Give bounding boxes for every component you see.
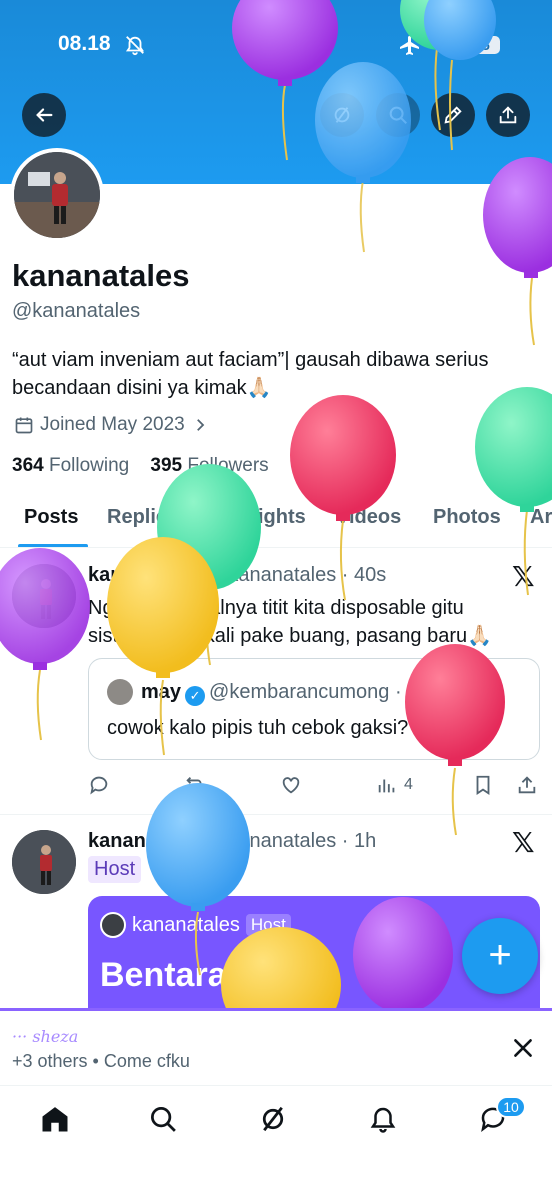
nav-grok[interactable]: [258, 1104, 292, 1138]
reply-icon: [90, 776, 108, 795]
followers-link[interactable]: 395 Followers: [150, 455, 268, 476]
chevron-right-icon: [196, 419, 204, 431]
close-icon[interactable]: [510, 1035, 536, 1061]
verified-badge-icon: ✓: [185, 686, 206, 706]
profile-avatar[interactable]: [10, 148, 104, 242]
joined-date[interactable]: Joined May 2023: [14, 414, 209, 436]
avatar-photo: [14, 152, 100, 238]
post-author[interactable]: kananatales: [88, 830, 203, 852]
reply-button[interactable]: [88, 770, 110, 800]
profile-bio: “aut viam inveniam aut faciam”| gausah d…: [12, 349, 489, 399]
followers-count: 395: [150, 455, 183, 476]
following-count: 364: [12, 455, 44, 476]
space-subtitle: +3 others • Come cfku: [12, 1051, 190, 1071]
edit-button[interactable]: [431, 93, 475, 137]
profile-tabs: Posts Replies Highlights Videos Photos A…: [0, 490, 552, 548]
post-text: Nggak kak soalnya titit kita disposable …: [88, 597, 493, 647]
plus-icon: +: [488, 933, 512, 977]
quoted-post[interactable]: may ✓ @kembarancumong · 54m cowok kalo pip…: [88, 658, 540, 760]
share-post-button[interactable]: [516, 770, 538, 800]
search-icon: [389, 106, 407, 124]
notifications-icon: [370, 1107, 396, 1133]
quote-meta: @kembarancumong · 54m: [209, 681, 447, 703]
wifi-icon: [430, 35, 456, 54]
bottom-navigation: 10: [0, 1086, 552, 1156]
bookmark-button[interactable]: [472, 770, 494, 800]
airplane-icon: [400, 36, 419, 55]
x-logo-icon: 𝕏: [512, 827, 535, 858]
views-button[interactable]: 4: [376, 770, 413, 800]
balloon: [483, 157, 552, 346]
repost-icon: [186, 777, 204, 793]
pencil-icon: [444, 106, 462, 124]
nav-notifications[interactable]: [368, 1104, 402, 1138]
following-label: Following: [48, 455, 130, 476]
quote-text: cowok kalo pipis tuh cebok gaksi?: [107, 717, 409, 739]
views-icon: [378, 779, 395, 793]
repost-button[interactable]: [184, 770, 206, 800]
joined-text: Joined May 2023: [40, 414, 185, 435]
grok-button[interactable]: [320, 93, 364, 137]
search-icon: [151, 1107, 176, 1132]
nav-home[interactable]: [40, 1104, 74, 1138]
avatar-photo: [12, 830, 76, 894]
heart-icon: [282, 777, 300, 794]
battery-indicator: 45: [464, 36, 500, 54]
bell-muted-icon: [125, 36, 145, 56]
space-title: Bentaran aja: [100, 956, 305, 994]
tab-highlights[interactable]: Highlights: [208, 506, 306, 529]
post-header: kananatales @kananatales · 1h: [88, 830, 376, 853]
tab-videos[interactable]: Videos: [336, 506, 401, 529]
spaces-dock[interactable]: ··· sheza +3 others • Come cfku: [0, 1008, 552, 1086]
profile-name: kananatales: [12, 258, 190, 293]
tab-replies[interactable]: Replies: [107, 506, 178, 529]
messages-badge: 10: [496, 1096, 526, 1118]
post-meta: @kananatales · 1h: [208, 830, 377, 852]
x-logo-icon: 𝕏: [512, 561, 535, 592]
post-avatar[interactable]: [12, 830, 76, 894]
status-time: 08.18: [58, 32, 111, 55]
tab-photos[interactable]: Photos: [433, 506, 501, 529]
space-host-avatar: [100, 912, 126, 938]
nav-search[interactable]: [148, 1104, 182, 1138]
home-icon: [42, 1107, 68, 1132]
search-button[interactable]: [376, 93, 420, 137]
grok-icon: [262, 1106, 284, 1132]
post-header: kananatales @kananatales · 40s: [88, 564, 386, 587]
host-badge: Host: [88, 856, 142, 883]
space-host-name: kananatales: [132, 913, 240, 936]
arrow-left-icon: [36, 108, 53, 122]
back-button[interactable]: [22, 93, 66, 137]
quote-header: may ✓ @kembarancumong · 54m: [141, 681, 446, 706]
avatar-photo: [12, 564, 76, 628]
profile-handle: @kananatales: [12, 300, 141, 322]
followers-label: Followers: [187, 455, 269, 476]
space-host-tag: Host: [245, 914, 291, 936]
status-bar: 08.18 45: [0, 28, 552, 64]
like-button[interactable]: [280, 770, 302, 800]
post-avatar[interactable]: [12, 564, 76, 628]
share-icon: [518, 776, 536, 794]
share-button[interactable]: [486, 93, 530, 137]
calendar-icon: [15, 417, 33, 434]
follow-stats: 364 Following 395 Followers: [12, 455, 269, 477]
tab-articles[interactable]: Articles: [530, 506, 552, 529]
space-host: kananatales Host: [100, 912, 291, 938]
post-author[interactable]: kananatales: [88, 564, 203, 586]
space-listeners: ··· sheza: [12, 1027, 79, 1046]
post-meta: @kananatales · 40s: [208, 564, 387, 586]
quote-avatar: [107, 679, 133, 705]
views-count: 4: [404, 776, 413, 793]
post-actions: 4: [88, 770, 548, 800]
compose-button[interactable]: +: [462, 918, 538, 994]
bookmark-icon: [476, 775, 490, 795]
share-icon: [499, 106, 517, 124]
grok-icon: [334, 107, 350, 123]
following-link[interactable]: 364 Following: [12, 455, 129, 476]
quote-author: may: [141, 681, 182, 703]
tab-posts[interactable]: Posts: [24, 506, 78, 529]
